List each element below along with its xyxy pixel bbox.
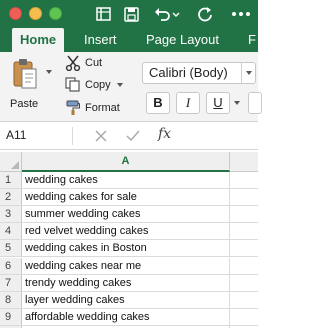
column-header-b[interactable] <box>230 152 258 172</box>
row-header[interactable]: 2 <box>0 189 22 207</box>
sidebar-icon[interactable] <box>94 4 112 24</box>
font-name-select[interactable]: Calibri (Body) <box>142 62 256 84</box>
cell-b[interactable] <box>230 258 258 275</box>
row-header[interactable]: 4 <box>0 223 22 241</box>
cell-a[interactable]: layer wedding cakes <box>22 291 230 309</box>
row-header[interactable]: 8 <box>0 291 22 309</box>
cell-b[interactable] <box>230 223 258 241</box>
scissors-icon <box>64 55 82 71</box>
row-header[interactable]: 5 <box>0 240 22 258</box>
undo-icon[interactable] <box>154 4 180 24</box>
bold-button[interactable]: B <box>146 92 170 114</box>
paste-button[interactable]: Paste <box>8 56 54 116</box>
row-header[interactable]: 7 <box>0 274 22 292</box>
tab-formulas-partial[interactable]: F <box>248 28 256 52</box>
cell-a[interactable]: wedding cakes for sale <box>22 189 230 207</box>
underline-button[interactable]: U <box>206 92 230 114</box>
format-painter-button[interactable]: Format <box>64 99 120 117</box>
cell-b[interactable] <box>230 240 258 258</box>
cell-a[interactable]: trendy wedding cakes <box>22 274 230 292</box>
select-all-button[interactable] <box>0 152 22 172</box>
cell-a[interactable]: wedding cakes near me <box>22 257 230 275</box>
cell-b[interactable] <box>230 275 258 292</box>
font-dropdown-caret[interactable] <box>241 63 255 83</box>
paste-label: Paste <box>10 98 39 110</box>
title-bar <box>0 0 258 28</box>
tab-insert[interactable]: Insert <box>84 28 117 52</box>
cell-b[interactable] <box>230 309 258 326</box>
row-header[interactable]: 6 <box>0 257 22 275</box>
cut-button[interactable]: Cut <box>64 54 102 72</box>
more-icon[interactable] <box>230 4 252 24</box>
copy-label: Copy <box>85 79 111 91</box>
cell-a[interactable]: red velvet wedding cakes <box>22 223 230 241</box>
font-name-value: Calibri (Body) <box>149 65 228 80</box>
cell-a[interactable]: wedding cakes in Boston <box>22 240 230 258</box>
tab-home[interactable]: Home <box>12 28 65 52</box>
cell-b[interactable] <box>230 189 258 207</box>
row-header[interactable]: 1 <box>0 172 22 189</box>
italic-button[interactable]: I <box>176 92 200 114</box>
underline-dropdown-caret[interactable] <box>234 101 240 105</box>
ribbon-home: Paste Cut Copy Format Calibri (Body) B I… <box>0 52 262 122</box>
formula-input[interactable] <box>182 126 256 146</box>
cell-b[interactable] <box>230 172 258 189</box>
close-window-button[interactable] <box>9 7 22 20</box>
paintbrush-icon <box>64 100 82 116</box>
paste-dropdown-caret[interactable] <box>46 70 52 74</box>
redo-icon[interactable] <box>196 4 214 24</box>
cell-b[interactable] <box>230 292 258 309</box>
minimize-window-button[interactable] <box>29 7 42 20</box>
save-icon[interactable] <box>122 4 140 24</box>
cell-a[interactable]: summer wedding cakes <box>22 206 230 224</box>
divider <box>72 127 73 145</box>
maximize-window-button[interactable] <box>49 7 62 20</box>
spreadsheet-grid: A 1 wedding cakes 2 wedding cakes for sale 3… <box>0 152 258 328</box>
clipboard-icon <box>12 58 38 90</box>
formula-bar: A11 fx <box>0 122 258 150</box>
format-label: Format <box>85 102 120 114</box>
copy-icon <box>64 77 82 93</box>
tab-page-layout[interactable]: Page Layout <box>146 28 219 52</box>
cancel-icon[interactable] <box>92 126 110 146</box>
select-all-triangle-icon <box>11 161 19 169</box>
copy-button[interactable]: Copy <box>64 76 123 94</box>
copy-dropdown-caret[interactable] <box>116 83 123 87</box>
ribbon-tabs: Home Insert Page Layout F <box>0 28 258 52</box>
cut-label: Cut <box>85 57 103 69</box>
row-header[interactable]: 9 <box>0 308 22 326</box>
cell-b[interactable] <box>230 206 258 224</box>
checkmark-icon[interactable] <box>124 126 142 146</box>
cell-a[interactable]: wedding cakes <box>22 172 230 189</box>
insert-function-button[interactable]: fx <box>158 126 171 142</box>
cell-a[interactable]: affordable wedding cakes <box>22 308 230 326</box>
name-box[interactable]: A11 <box>6 128 26 142</box>
column-header-a[interactable]: A <box>22 152 230 172</box>
row-header[interactable]: 3 <box>0 206 22 224</box>
borders-button[interactable] <box>248 92 262 114</box>
